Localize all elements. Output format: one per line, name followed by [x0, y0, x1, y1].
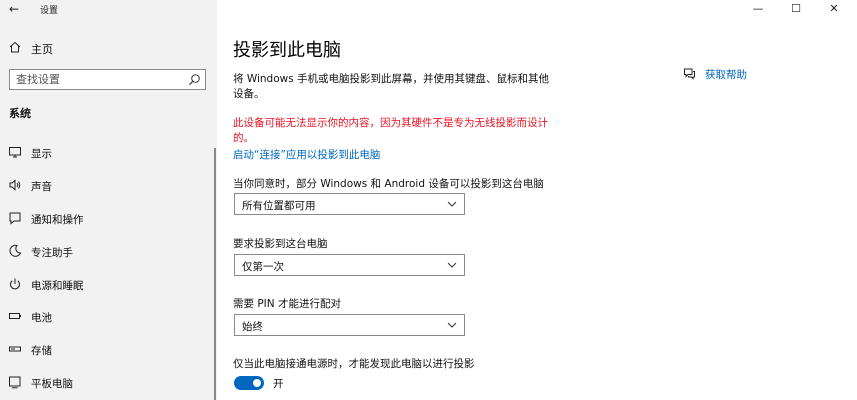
sidebar-item-home[interactable]: 主页 [0, 37, 217, 59]
sidebar: ← 设置 主页 系统 显示 声音 通知和操作 [0, 0, 217, 400]
sidebar-item-label: 显示 [31, 148, 52, 160]
sidebar-item-tablet[interactable]: 平板电脑 [0, 369, 217, 395]
require-pin-dropdown[interactable]: 始终 [234, 314, 465, 336]
close-button[interactable]: ✕ [827, 2, 841, 16]
content-pane: — ☐ ✕ 投影到此电脑 将 Windows 手机或电脑投影到此屏幕，并使用其键… [217, 0, 857, 400]
dropdown-value: 仅第一次 [242, 261, 284, 273]
back-button[interactable]: ← [6, 1, 22, 17]
power-icon [10, 278, 20, 290]
dropdown-value: 所有位置都可用 [242, 200, 316, 212]
sidebar-item-label: 存储 [31, 345, 52, 357]
sidebar-item-storage[interactable]: 存储 [0, 336, 217, 362]
storage-icon [9, 346, 21, 352]
sidebar-item-label: 声音 [31, 181, 52, 193]
availability-dropdown[interactable]: 所有位置都可用 [234, 193, 465, 215]
hardware-warning: 此设备可能无法显示你的内容，因为其硬件不是专为无线投影而设计的。 [233, 117, 548, 144]
search-icon[interactable] [188, 73, 201, 86]
toggle-state-label: 开 [273, 378, 284, 390]
battery-icon [9, 313, 21, 319]
sidebar-item-label: 平板电脑 [31, 378, 73, 390]
chevron-down-icon [447, 262, 457, 268]
app-title: 设置 [40, 6, 59, 16]
toggle-knob [253, 379, 261, 387]
require-pin-label: 需要 PIN 才能进行配对 [233, 298, 341, 310]
help-chat-icon [684, 68, 695, 80]
maximize-button[interactable]: ☐ [789, 2, 803, 16]
search-input[interactable] [10, 70, 185, 89]
ask-to-project-dropdown[interactable]: 仅第一次 [234, 254, 465, 276]
sidebar-item-battery[interactable]: 电池 [0, 303, 217, 329]
get-help-label: 获取帮助 [705, 69, 747, 81]
chevron-down-icon [447, 322, 457, 328]
sidebar-item-notifications[interactable]: 通知和操作 [0, 205, 217, 231]
sidebar-item-sound[interactable]: 声音 [0, 172, 217, 198]
sidebar-item-label: 电源和睡眠 [31, 280, 84, 292]
chevron-down-icon [447, 201, 457, 207]
page-description: 将 Windows 手机或电脑投影到此屏幕，并使用其键盘、鼠标和其他设备。 [233, 73, 550, 100]
page-title: 投影到此电脑 [233, 40, 341, 61]
monitor-icon [9, 147, 21, 158]
minimize-button[interactable]: — [751, 2, 765, 16]
sidebar-item-label: 通知和操作 [31, 214, 84, 226]
speaker-icon [9, 179, 21, 191]
power-discovery-label: 仅当此电脑接通电源时，才能发现此电脑以进行投影 [233, 358, 475, 370]
sidebar-item-label: 电池 [31, 312, 52, 324]
sidebar-item-display[interactable]: 显示 [0, 139, 217, 165]
window-controls: — ☐ ✕ [747, 0, 857, 18]
availability-label: 当你同意时，部分 Windows 和 Android 设备可以投影到这台电脑 [233, 178, 544, 190]
dropdown-value: 始终 [242, 321, 263, 333]
power-discovery-toggle[interactable] [234, 376, 264, 390]
sidebar-section-title: 系统 [9, 107, 31, 120]
sidebar-scrollbar[interactable] [214, 148, 216, 400]
title-bar: ← 设置 [0, 0, 217, 18]
sidebar-item-label: 专注助手 [31, 247, 73, 259]
tablet-icon [9, 376, 21, 389]
search-box[interactable] [9, 69, 206, 90]
sidebar-item-label: 主页 [31, 43, 53, 56]
sidebar-item-focus-assist[interactable]: 专注助手 [0, 238, 217, 264]
sidebar-item-power-sleep[interactable]: 电源和睡眠 [0, 271, 217, 297]
ask-to-project-label: 要求投影到这台电脑 [233, 238, 328, 250]
launch-connect-link[interactable]: 启动“连接”应用以投影到此电脑 [233, 147, 380, 162]
moon-icon [9, 244, 22, 257]
home-icon [9, 41, 21, 53]
notification-icon [9, 212, 21, 225]
